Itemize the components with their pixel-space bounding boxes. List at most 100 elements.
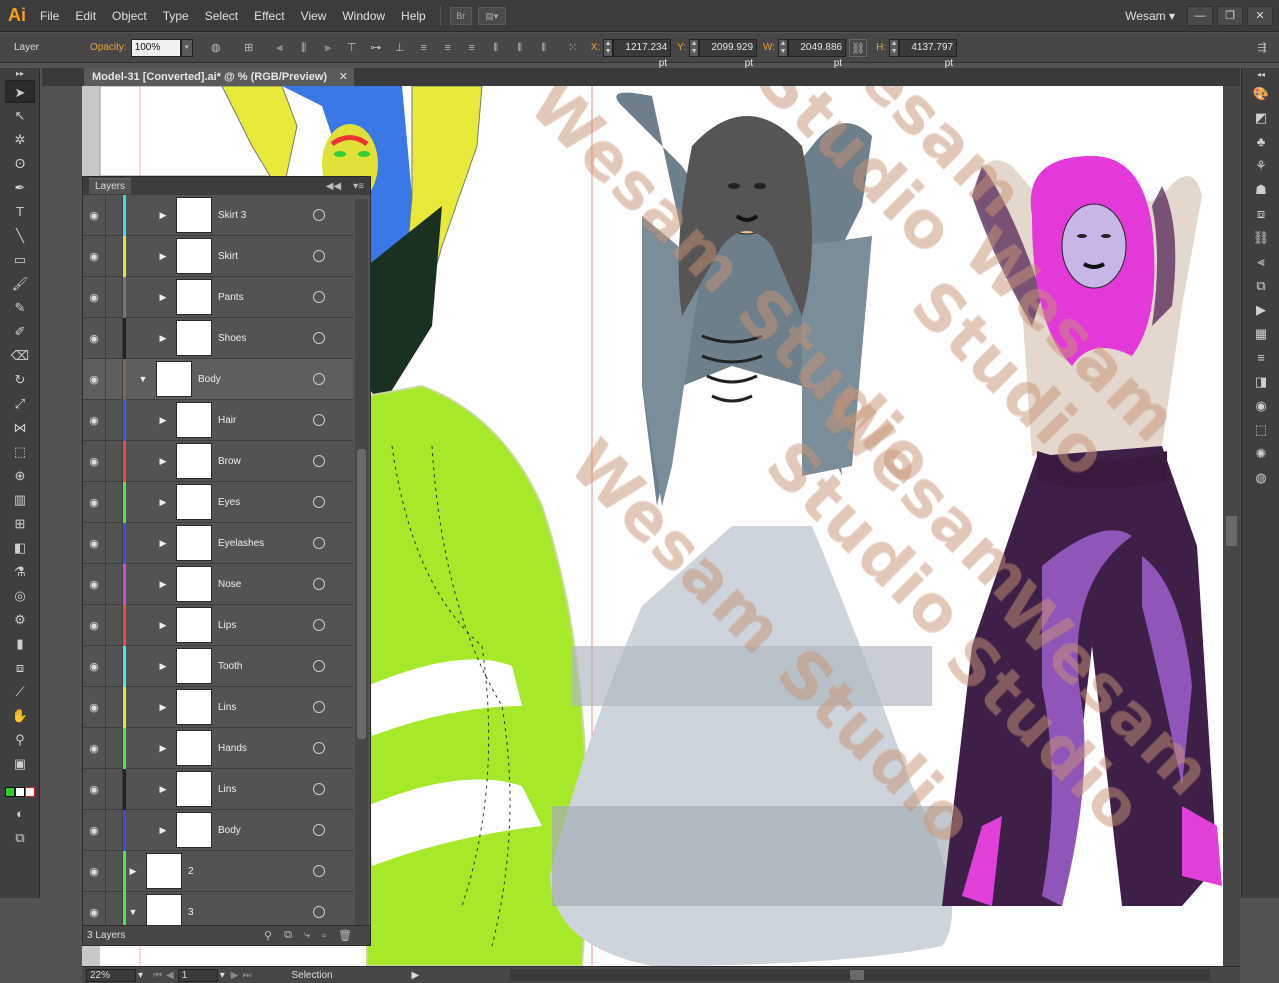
arrange-documents-button[interactable]: ▤▾ (477, 6, 506, 25)
layer-row[interactable]: ◉ ▶ Skirt 3 (83, 195, 353, 236)
restore-button[interactable]: ❐ (1217, 5, 1243, 26)
visibility-eye-icon[interactable]: ◉ (83, 291, 105, 304)
layer-name[interactable]: Hands (218, 743, 313, 754)
visibility-eye-icon[interactable]: ◉ (83, 619, 105, 632)
opacity-field[interactable]: 100% (130, 38, 181, 57)
align-horizontal-center-icon[interactable]: ⫼ (295, 39, 313, 57)
layer-name[interactable]: Skirt 3 (218, 210, 313, 221)
visibility-eye-icon[interactable]: ◉ (83, 660, 105, 673)
menu-type[interactable]: Type (155, 0, 197, 32)
layers-scrollbar[interactable] (355, 199, 368, 927)
scale-tool-icon[interactable]: ⤢ (5, 392, 35, 415)
paintbrush-tool-icon[interactable]: 🖌 (5, 272, 35, 295)
target-circle-icon[interactable] (313, 414, 325, 426)
layer-name[interactable]: Shoes (218, 333, 313, 344)
target-circle-icon[interactable] (313, 373, 325, 385)
lock-toggle[interactable] (105, 317, 123, 359)
lock-toggle[interactable] (105, 358, 123, 400)
vertical-scrollbar[interactable] (1223, 86, 1240, 966)
lock-toggle[interactable] (105, 645, 123, 687)
lock-toggle[interactable] (105, 727, 123, 769)
visibility-eye-icon[interactable]: ◉ (83, 906, 105, 919)
expand-toggle-icon[interactable]: ▶ (156, 661, 170, 672)
target-circle-icon[interactable] (313, 250, 325, 262)
menu-help[interactable]: Help (393, 0, 434, 32)
align-vertical-center-icon[interactable]: ⊶ (367, 39, 385, 57)
color-swatch[interactable] (5, 787, 15, 797)
lock-toggle[interactable] (105, 768, 123, 810)
make-clipping-mask-icon[interactable]: ⧉ (284, 929, 292, 942)
first-artboard-icon[interactable]: ⏮ (153, 970, 162, 981)
menu-effect[interactable]: Effect (246, 0, 292, 32)
menu-window[interactable]: Window (334, 0, 393, 32)
panel-grip-icon[interactable]: ▸▸ (5, 69, 35, 79)
close-window-button[interactable]: ✕ (1247, 5, 1273, 26)
layers-scroll-thumb[interactable] (357, 449, 366, 739)
visibility-eye-icon[interactable]: ◉ (83, 414, 105, 427)
gradient-tool-icon[interactable]: ◧ (5, 536, 35, 559)
align-panel-icon[interactable]: ⫷ (1247, 250, 1275, 274)
lock-toggle[interactable] (105, 809, 123, 851)
layer-row[interactable]: ◉ ▶ Hands (83, 727, 353, 769)
zoom-tool-icon[interactable]: ⚲ (5, 728, 35, 751)
minimize-button[interactable]: — (1187, 5, 1213, 26)
expand-toggle-icon[interactable]: ▶ (156, 825, 170, 836)
target-circle-icon[interactable] (313, 496, 325, 508)
align-right-icon[interactable]: ⫸ (319, 39, 337, 57)
close-icon[interactable]: ✕ (339, 68, 348, 86)
expand-toggle-icon[interactable]: ▶ (156, 620, 170, 631)
lock-toggle[interactable] (105, 440, 123, 482)
visibility-eye-icon[interactable]: ◉ (83, 455, 105, 468)
vertical-scroll-thumb[interactable] (1226, 516, 1237, 546)
menu-object[interactable]: Object (104, 0, 155, 32)
target-circle-icon[interactable] (313, 660, 325, 672)
target-circle-icon[interactable] (313, 209, 325, 221)
visibility-eye-icon[interactable]: ◉ (83, 373, 105, 386)
visibility-eye-icon[interactable]: ◉ (83, 865, 105, 878)
layer-row[interactable]: ◉ ▶ Hair (83, 399, 353, 441)
screen-mode-icon[interactable]: ⧉ (5, 826, 35, 849)
layer-name[interactable]: Lips (218, 620, 313, 631)
layer-name[interactable]: Eyes (218, 497, 313, 508)
eraser-tool-icon[interactable]: ⌫ (5, 344, 35, 367)
target-circle-icon[interactable] (313, 537, 325, 549)
type-tool-icon[interactable]: T (5, 200, 35, 223)
align-left-icon[interactable]: ⫷ (271, 39, 289, 57)
distribute-top-icon[interactable]: ≡ (415, 39, 433, 57)
layer-row[interactable]: ◉ ▶ Eyelashes (83, 522, 353, 564)
slice-tool-icon[interactable]: ⟋ (5, 680, 35, 703)
layer-name[interactable]: Skirt (218, 251, 313, 262)
create-sublayer-icon[interactable]: ⤷ (304, 929, 310, 942)
expand-toggle-icon[interactable]: ▼ (136, 374, 150, 384)
transform-panel-icon[interactable]: ⧈ (1247, 202, 1275, 226)
expand-toggle-icon[interactable]: ▶ (126, 866, 140, 877)
symbols-panel-icon[interactable]: ☗ (1247, 178, 1275, 202)
y-field[interactable]: 2099.929 pt (699, 38, 758, 69)
pencil-tool-icon[interactable]: ✎ (5, 296, 35, 319)
visibility-eye-icon[interactable]: ◉ (83, 537, 105, 550)
none-swatch[interactable] (25, 787, 35, 797)
layer-name[interactable]: 2 (188, 866, 313, 877)
expand-toggle-icon[interactable]: ▶ (156, 784, 170, 795)
document-tab[interactable]: Model-31 [Converted].ai* @ % (RGB/Previe… (84, 68, 354, 86)
column-graph-tool-icon[interactable]: ▮ (5, 632, 35, 655)
distribute-right-icon[interactable]: ⦀ (535, 39, 553, 57)
hand-tool-icon[interactable]: ✋ (5, 704, 35, 727)
align-top-icon[interactable]: ⊤ (343, 39, 361, 57)
layer-row[interactable]: ◉ ▶ Skirt (83, 235, 353, 277)
symbol-sprayer-tool-icon[interactable]: ⚙ (5, 608, 35, 631)
layer-row[interactable]: ◉ ▶ Lips (83, 604, 353, 646)
transform-reference-icon[interactable]: ⊞ (240, 39, 258, 57)
color-mode-swatches[interactable] (5, 787, 35, 801)
actions-panel-icon[interactable]: ▶ (1247, 298, 1275, 322)
magic-wand-tool-icon[interactable]: ✲ (5, 128, 35, 151)
layer-row[interactable]: ◉ ▶ Nose (83, 563, 353, 605)
distribute-center-icon[interactable]: ≡ (439, 39, 457, 57)
h-stepper[interactable]: ▲ ▼ (889, 38, 900, 57)
distribute-hcenter-icon[interactable]: ⦀ (511, 39, 529, 57)
selection-tool-icon[interactable]: ➤ (5, 80, 35, 103)
menu-file[interactable]: File (32, 0, 67, 32)
lock-toggle[interactable] (105, 563, 123, 605)
target-circle-icon[interactable] (313, 906, 325, 918)
constrain-proportions-icon[interactable]: ⛓ (849, 38, 868, 57)
